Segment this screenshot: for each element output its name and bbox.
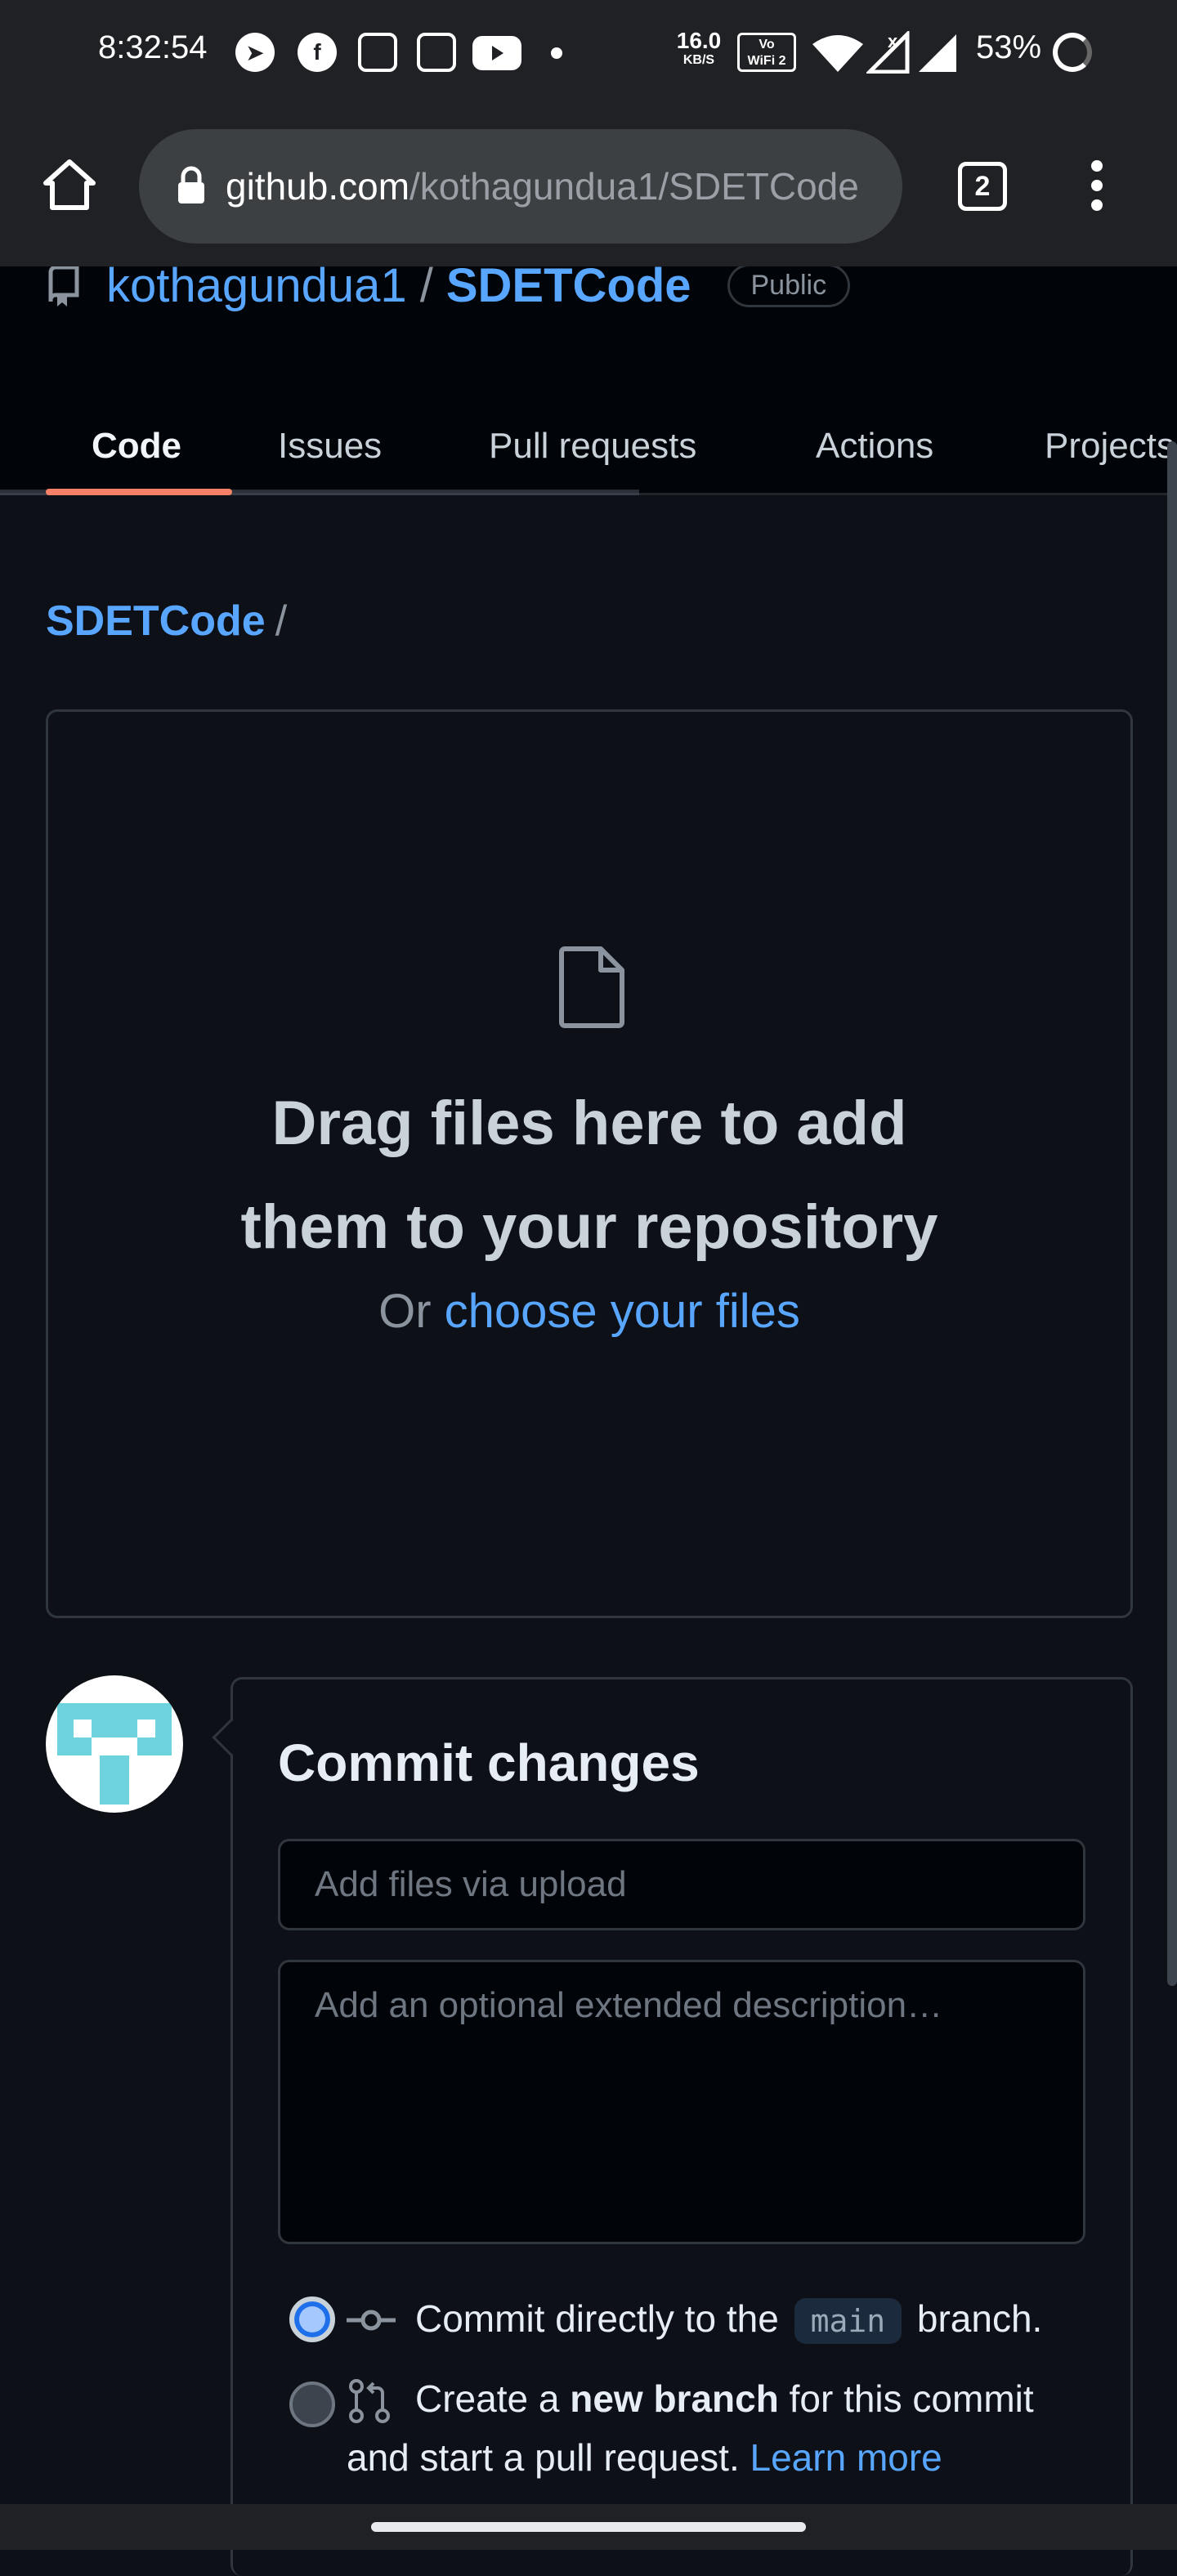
- breadcrumb-separator: /: [275, 597, 288, 645]
- repo-header: kothagundua1 / SDETCode Public Code Issu…: [0, 266, 1177, 495]
- active-tab-underline: [46, 489, 232, 495]
- file-drop-zone[interactable]: Drag files here to add them to your repo…: [46, 709, 1133, 1618]
- url-text: github.com/kothagundua1/SDETCode: [226, 164, 859, 208]
- calculator-icon: [358, 33, 397, 72]
- tab-switcher-button[interactable]: 2: [958, 162, 1007, 211]
- repo-title: kothagundua1 / SDETCode Public: [46, 266, 851, 313]
- repo-owner-link[interactable]: kothagundua1: [106, 266, 407, 313]
- choose-files-link[interactable]: choose your files: [445, 1285, 800, 1338]
- commit-direct-radio[interactable]: [289, 2296, 335, 2342]
- svg-text:x: x: [888, 31, 898, 51]
- home-gesture-bar[interactable]: [371, 2522, 806, 2532]
- tab-issues[interactable]: Issues: [278, 397, 382, 495]
- url-host: github.com: [226, 165, 410, 208]
- drop-zone-title: Drag files here to add them to your repo…: [240, 1089, 938, 1262]
- calculator-icon-2: [417, 33, 456, 72]
- new-branch-prefix: Create a: [415, 2377, 560, 2420]
- status-bar: 8:32:54 ➤ f 16.0 KB/S Vo WiFi 2 x 53%: [0, 0, 1177, 106]
- wifi-icon: [812, 35, 863, 72]
- drop-zone-subtitle: Or choose your files: [48, 1284, 1130, 1339]
- avatar[interactable]: [46, 1675, 183, 1813]
- battery-icon: [1053, 33, 1092, 72]
- new-branch-label-line2: and start a pull request. Learn more: [347, 2435, 942, 2480]
- commit-title: Commit changes: [278, 1733, 700, 1792]
- commit-description-input[interactable]: [278, 1960, 1085, 2244]
- signal-icon: x: [866, 31, 910, 74]
- facebook-icon: f: [298, 33, 337, 72]
- clock: 8:32:54: [98, 29, 208, 65]
- url-path: /kothagundua1/SDETCode: [409, 165, 859, 208]
- repo-nav-tabs: Code Issues Pull requests Actions Projec…: [0, 397, 1177, 495]
- new-branch-suffix: for this commit: [789, 2377, 1034, 2420]
- vowifi-label-2: WiFi 2: [747, 54, 786, 68]
- home-icon[interactable]: [41, 157, 98, 214]
- tab-code[interactable]: Code: [92, 397, 181, 495]
- youtube-icon: [472, 36, 521, 70]
- breadcrumb: SDETCode /: [46, 597, 287, 646]
- visibility-badge: Public: [727, 266, 851, 307]
- tab-projects[interactable]: Projects: [1045, 397, 1175, 495]
- more-options-icon[interactable]: [1087, 160, 1107, 214]
- new-branch-line2: and start a pull request.: [347, 2436, 740, 2479]
- commit-summary-input[interactable]: [278, 1839, 1085, 1930]
- repo-separator: /: [419, 266, 433, 312]
- git-pull-request-icon: [349, 2379, 390, 2423]
- new-branch-bold: new branch: [570, 2377, 779, 2420]
- signal-icon-2: [919, 34, 956, 72]
- file-icon: [559, 946, 624, 1028]
- repo-name-link[interactable]: SDETCode: [446, 266, 691, 313]
- telegram-icon: ➤: [235, 33, 275, 72]
- vowifi-label-1: Vo: [759, 38, 775, 51]
- repo-icon: [48, 266, 79, 306]
- page-scrollbar[interactable]: [1167, 441, 1177, 1986]
- battery-percent: 53%: [976, 29, 1042, 65]
- git-commit-icon: [347, 2310, 396, 2331]
- address-bar[interactable]: github.com/kothagundua1/SDETCode: [139, 129, 902, 244]
- new-branch-label: Create a new branch for this commit: [415, 2377, 1034, 2421]
- speed-unit: KB/S: [682, 53, 715, 67]
- commit-direct-suffix: branch.: [916, 2297, 1043, 2340]
- commit-direct-label: Commit directly to the main branch.: [415, 2296, 1043, 2344]
- browser-toolbar: github.com/kothagundua1/SDETCode 2: [0, 106, 1177, 266]
- commit-direct-text: Commit directly to the: [415, 2297, 779, 2340]
- network-speed: 16.0 KB/S: [670, 29, 727, 67]
- drop-zone-or: Or: [378, 1285, 432, 1338]
- tab-actions[interactable]: Actions: [816, 397, 933, 495]
- vowifi-icon: Vo WiFi 2: [737, 33, 796, 72]
- branch-name: main: [794, 2298, 902, 2344]
- more-notifications-dot: [551, 47, 562, 59]
- learn-more-link[interactable]: Learn more: [750, 2436, 942, 2479]
- new-branch-radio[interactable]: [289, 2381, 335, 2427]
- tab-pull-requests[interactable]: Pull requests: [489, 397, 696, 495]
- lock-icon: [178, 166, 204, 203]
- breadcrumb-repo-link[interactable]: SDETCode: [46, 597, 266, 645]
- speed-value: 16.0: [676, 28, 722, 53]
